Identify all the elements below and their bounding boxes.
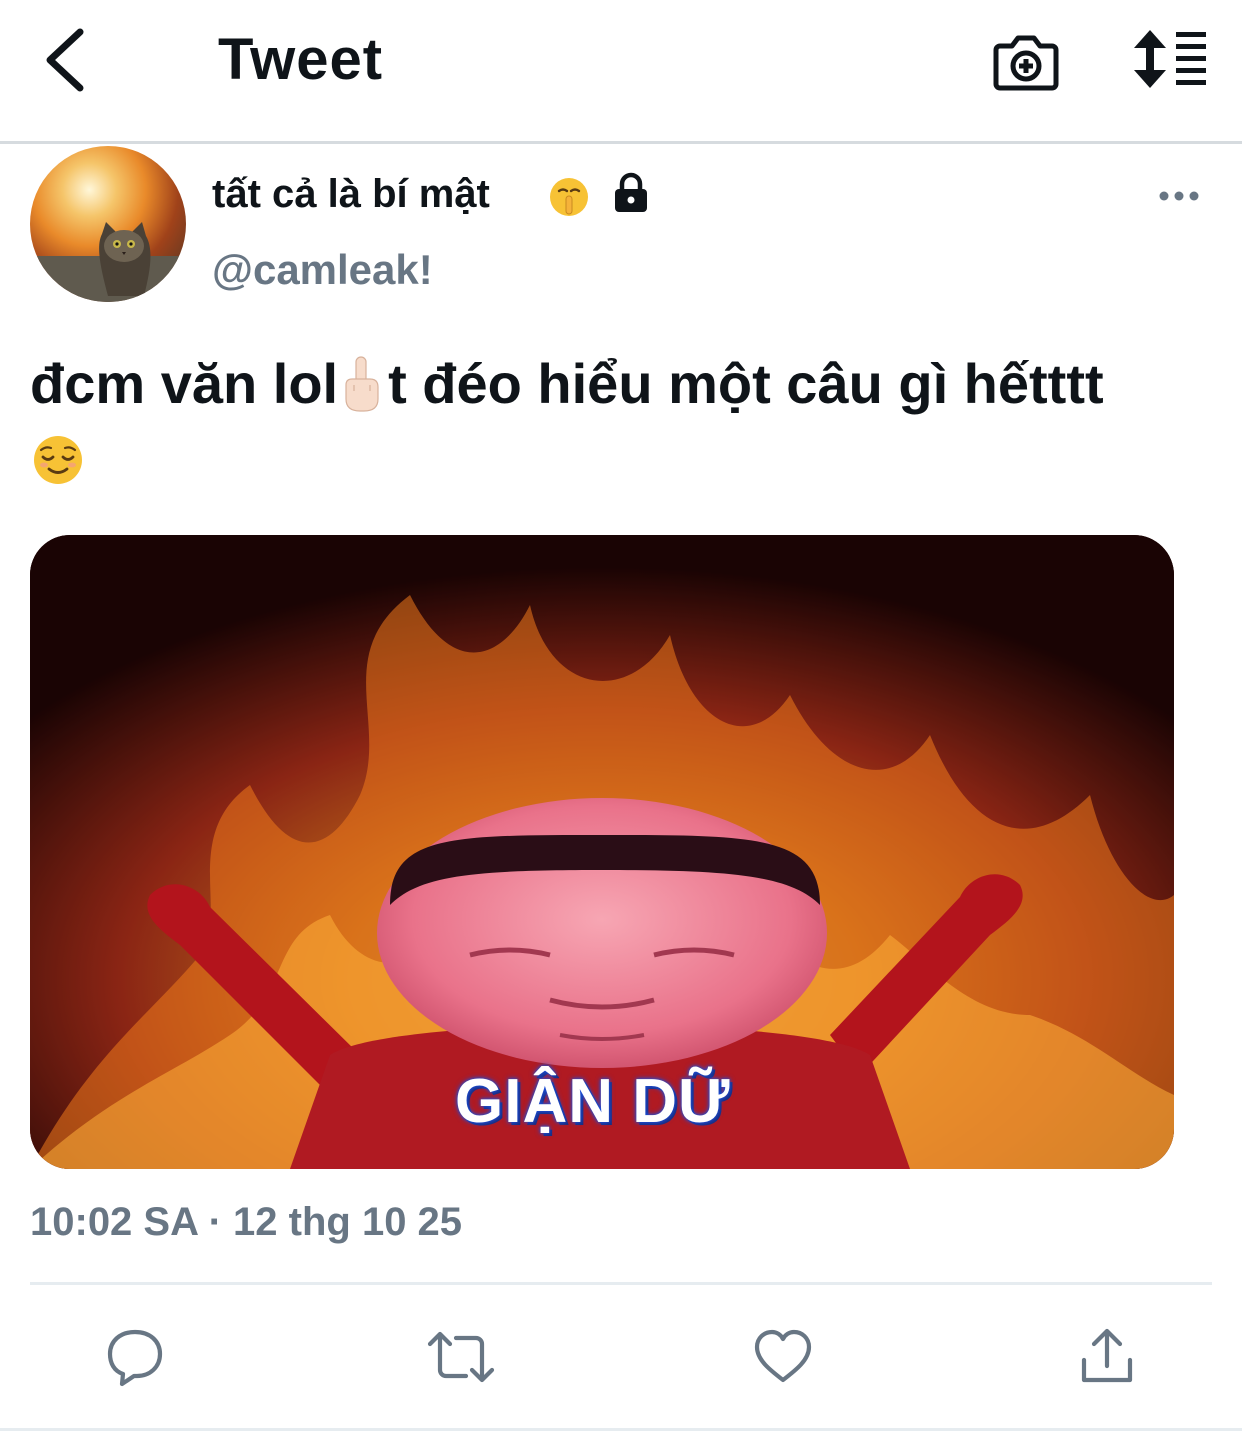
relieved-face-emoji <box>34 436 82 484</box>
camera-plus-icon <box>993 35 1059 91</box>
user-handle[interactable]: @camleak! <box>212 246 433 294</box>
more-dots-icon <box>1159 191 1199 201</box>
like-button[interactable] <box>752 1326 814 1388</box>
camera-button[interactable] <box>990 24 1062 96</box>
share-icon <box>1081 1328 1133 1383</box>
heart-icon <box>754 1329 812 1383</box>
cat-avatar-illustration <box>30 222 186 302</box>
tweet-text-part2: t đéo hiểu một câu gì hếtttt <box>388 352 1104 415</box>
sort-button[interactable] <box>1128 26 1212 92</box>
tweet-text: đcm văn lol t đéo hiểu một câu gì hếtttt <box>30 342 1210 426</box>
middle-finger-emoji <box>345 356 379 412</box>
tweet-text-part1: đcm văn lol <box>30 352 339 415</box>
chevron-left-icon <box>46 28 84 92</box>
tweet-timestamp: 10:02 SA · 12 thg 10 25 <box>30 1200 463 1244</box>
display-name[interactable]: tất cả là bí mật <box>212 172 490 217</box>
share-button[interactable] <box>1076 1326 1138 1388</box>
divider <box>30 1282 1212 1285</box>
reply-icon <box>107 1329 163 1387</box>
sort-list-icon <box>1134 30 1206 88</box>
shushing-face-emoji <box>550 178 588 216</box>
lock-icon <box>615 172 647 212</box>
bottom-divider <box>0 1428 1242 1431</box>
retweet-button[interactable] <box>426 1326 496 1388</box>
avatar[interactable] <box>30 146 186 302</box>
back-button[interactable] <box>30 22 102 98</box>
media-caption: GIẬN DỮ <box>455 1067 731 1136</box>
retweet-icon <box>427 1331 495 1383</box>
page-title: Tweet <box>218 27 384 92</box>
more-options-button[interactable] <box>1156 178 1202 214</box>
reply-button[interactable] <box>104 1326 166 1388</box>
top-bar: Tweet <box>0 0 1242 144</box>
